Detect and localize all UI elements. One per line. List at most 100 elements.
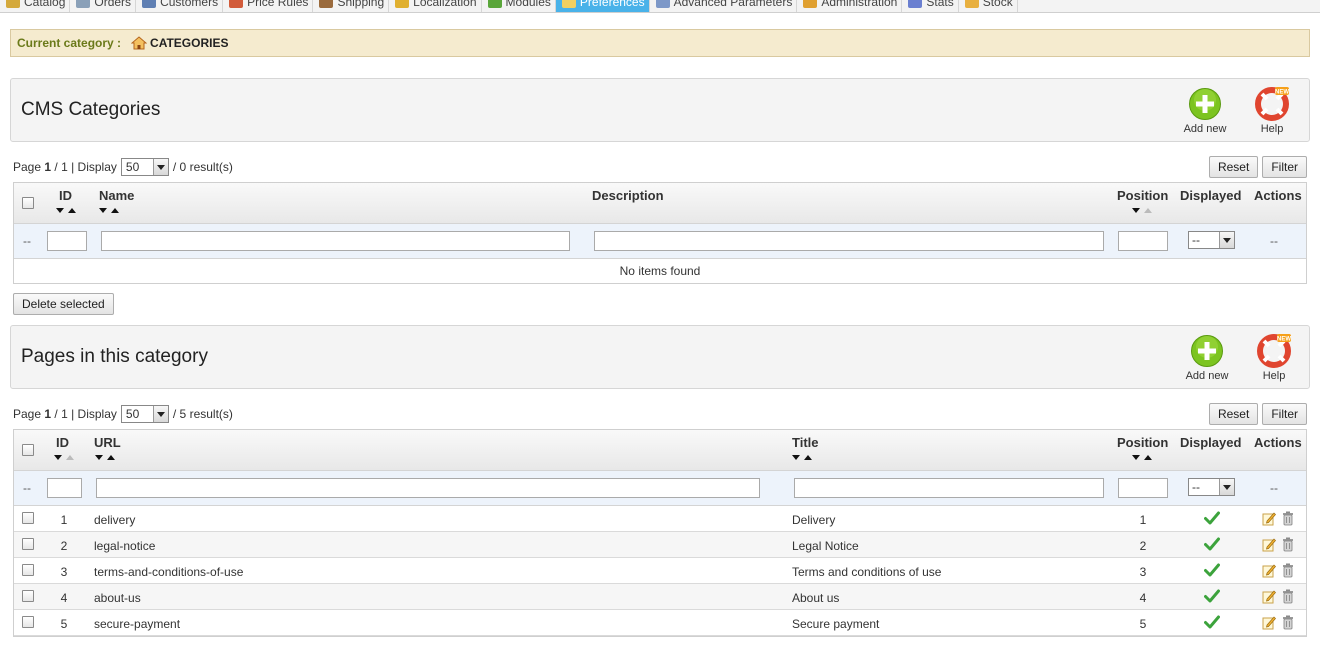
chevron-down-icon [1219,479,1234,495]
tab-preferences[interactable]: Preferences [555,0,650,12]
tab-administration[interactable]: Administration [797,0,903,12]
id-filter-input[interactable] [47,478,82,498]
table-row[interactable]: 4 about-us About us 4 [14,584,1306,610]
tab-catalog[interactable]: Catalog [0,0,71,12]
row-checkbox[interactable] [22,564,34,576]
filter-button[interactable]: Filter [1262,156,1307,178]
empty-message: No items found [619,264,701,278]
lifebuoy-help-icon: NEW [1257,334,1291,368]
reset-button[interactable]: Reset [1208,156,1259,178]
description-filter-input[interactable] [594,231,1104,251]
tab-stats[interactable]: Stats [902,0,959,12]
sort-id[interactable] [56,208,76,213]
displayed-filter-select[interactable]: -- [1188,231,1235,249]
sort-asc-icon[interactable] [804,455,812,460]
sort-title[interactable] [792,455,812,460]
help-button[interactable]: NEW Help [1249,334,1299,382]
table-row[interactable]: 1 delivery Delivery 1 [14,506,1306,532]
row-position: 3 [1139,565,1147,579]
trash-icon[interactable] [1282,615,1294,630]
trash-icon[interactable] [1282,563,1294,578]
total-pages: / 1 [54,160,68,174]
displayed-toggle[interactable] [1204,615,1220,632]
sort-asc-icon[interactable] [1144,455,1152,460]
add-category-button[interactable]: Add new [1180,87,1230,135]
edit-icon[interactable] [1262,511,1276,526]
sort-id[interactable] [54,455,74,460]
select-all-checkbox[interactable] [22,444,34,456]
row-checkbox[interactable] [22,616,34,628]
edit-icon[interactable] [1262,537,1276,552]
trash-icon[interactable] [1282,511,1294,526]
actions-filter-dash: -- [1270,481,1278,495]
sort-desc-icon[interactable] [56,208,64,213]
tab-shipping[interactable]: Shipping [313,0,390,12]
tab-stock[interactable]: Stock [959,0,1018,12]
title-filter-input[interactable] [794,478,1104,498]
help-button[interactable]: NEW Help [1247,87,1297,135]
id-filter-input[interactable] [47,231,87,251]
sort-desc-icon[interactable] [1132,208,1140,213]
per-page-select[interactable]: 50 [120,158,169,176]
row-checkbox[interactable] [22,512,34,524]
check-icon [1204,537,1220,551]
filter-button[interactable]: Filter [1262,403,1307,425]
row-checkbox[interactable] [22,590,34,602]
sort-position[interactable] [1132,455,1152,460]
sort-position[interactable] [1132,208,1152,213]
sort-desc-icon[interactable] [99,208,107,213]
name-filter-input[interactable] [101,231,570,251]
sort-desc-icon[interactable] [54,455,62,460]
trash-icon[interactable] [1282,589,1294,604]
displayed-toggle[interactable] [1204,563,1220,580]
tab-modules[interactable]: Modules [482,0,556,12]
edit-icon[interactable] [1262,589,1276,604]
url-filter-input[interactable] [96,478,760,498]
sort-asc-icon[interactable] [107,455,115,460]
stats-icon [908,0,923,8]
tab-price-rules[interactable]: Price Rules [223,0,314,12]
displayed-toggle[interactable] [1204,589,1220,606]
sort-desc-icon[interactable] [792,455,800,460]
displayed-toggle[interactable] [1204,537,1220,554]
sort-asc-icon[interactable] [66,455,74,460]
column-name: Name [99,188,135,203]
tab-advanced-parameters[interactable]: Advanced Parameters [650,0,798,12]
sort-desc-icon[interactable] [95,455,103,460]
breadcrumb-category-link[interactable]: CATEGORIES [131,36,228,50]
trash-icon[interactable] [1282,537,1294,552]
position-filter-input[interactable] [1118,231,1168,251]
localization-icon [395,0,410,8]
sort-desc-icon[interactable] [1132,455,1140,460]
reset-button[interactable]: Reset [1208,403,1259,425]
position-filter-input[interactable] [1118,478,1168,498]
sort-asc-icon[interactable] [1144,208,1152,213]
row-url: delivery [94,513,136,527]
row-actions [1262,615,1294,630]
sort-url[interactable] [95,455,115,460]
tab-localization[interactable]: Localization [389,0,482,12]
delete-selected-button[interactable]: Delete selected [13,293,114,315]
edit-icon[interactable] [1262,615,1276,630]
tab-label: Orders [94,0,132,9]
row-title: Secure payment [792,617,880,631]
tab-label: Modules [505,0,551,9]
edit-icon[interactable] [1262,563,1276,578]
sort-asc-icon[interactable] [68,208,76,213]
add-page-button[interactable]: Add new [1182,334,1232,382]
table-row[interactable]: 2 legal-notice Legal Notice 2 [14,532,1306,558]
row-checkbox[interactable] [22,538,34,550]
displayed-filter-select[interactable]: -- [1188,478,1235,496]
table-row[interactable]: 3 terms-and-conditions-of-use Terms and co… [14,558,1306,584]
sort-asc-icon[interactable] [111,208,119,213]
table-row[interactable]: 5 secure-payment Secure payment 5 [14,610,1306,636]
table-header: ID Name Description Position Displayed A… [14,183,1306,224]
sort-name[interactable] [99,208,119,213]
select-all-checkbox[interactable] [22,197,34,209]
per-page-select[interactable]: 50 [120,405,169,423]
tab-customers[interactable]: Customers [136,0,224,12]
filter-row: -- -- -- [14,471,1306,506]
displayed-toggle[interactable] [1204,511,1220,528]
breadcrumb-category[interactable]: CATEGORIES [150,36,228,50]
tab-orders[interactable]: Orders [70,0,137,12]
